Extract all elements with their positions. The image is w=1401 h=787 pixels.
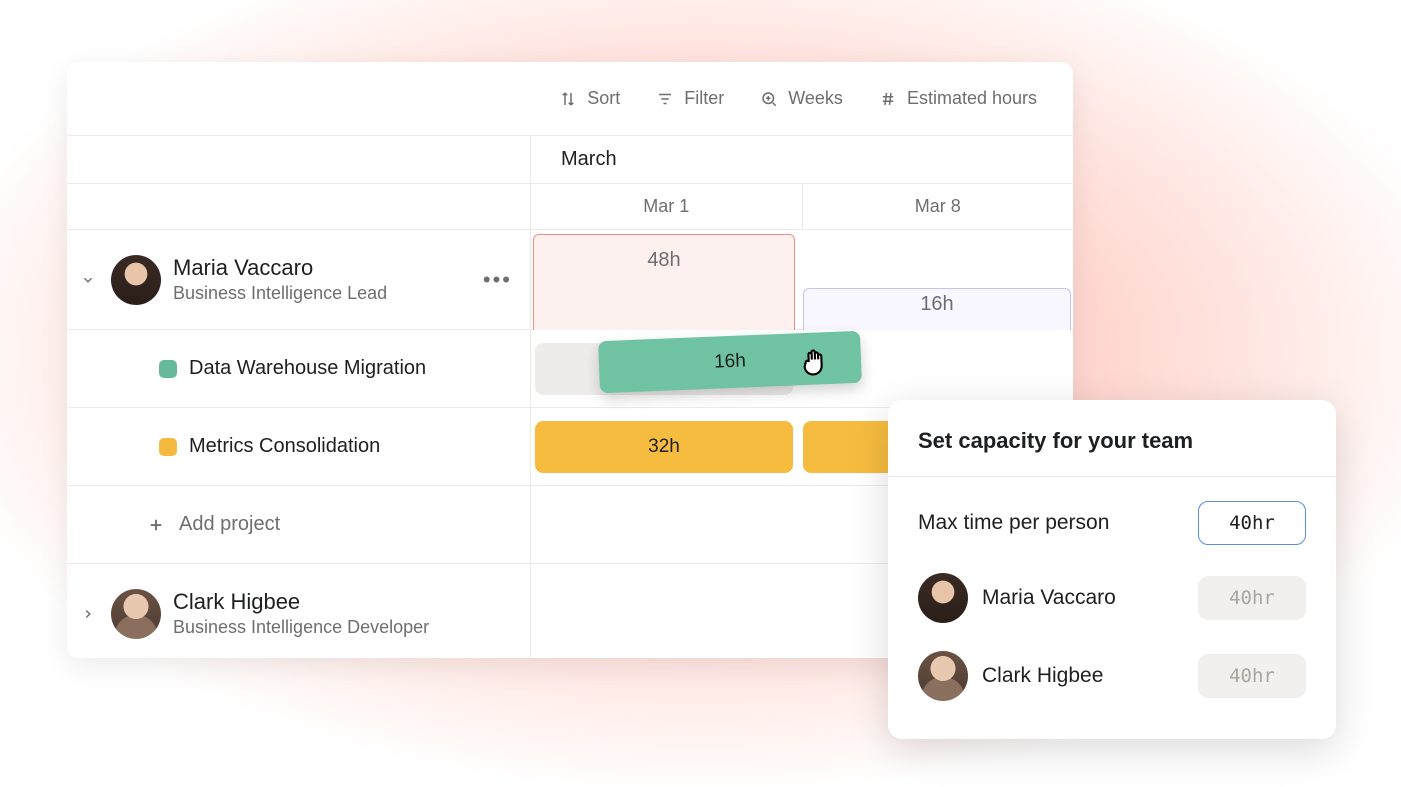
capacity-hours: 16h bbox=[920, 293, 953, 316]
avatar[interactable] bbox=[111, 255, 161, 305]
avatar[interactable] bbox=[111, 589, 161, 639]
sort-button[interactable]: Sort bbox=[559, 88, 620, 109]
chevron-right-icon bbox=[81, 607, 95, 621]
allocation-hours: 16h bbox=[714, 350, 747, 373]
person-name[interactable]: Clark Higbee bbox=[173, 589, 429, 615]
person-role: Business Intelligence Lead bbox=[173, 283, 387, 304]
capacity-person-input[interactable]: 40hr bbox=[1198, 654, 1306, 698]
max-time-input[interactable]: 40hr bbox=[1198, 501, 1306, 545]
zoom-icon bbox=[760, 90, 778, 108]
sort-label: Sort bbox=[587, 88, 620, 109]
allocation-bar[interactable]: 32h bbox=[535, 421, 793, 473]
capacity-box-over[interactable]: 48h bbox=[533, 234, 795, 330]
week-header[interactable]: Mar 8 bbox=[803, 184, 1074, 229]
chevron-down-icon bbox=[81, 273, 95, 287]
estimated-hours-button[interactable]: Estimated hours bbox=[879, 88, 1037, 109]
person-row-maria: Maria Vaccaro Business Intelligence Lead… bbox=[67, 230, 1073, 330]
timeline-month-row: March bbox=[67, 136, 1073, 184]
project-color-swatch bbox=[159, 360, 177, 378]
toolbar: Sort Filter Weeks Estimated hours bbox=[67, 62, 1073, 136]
project-label[interactable]: Data Warehouse Migration bbox=[189, 357, 426, 380]
plus-icon bbox=[147, 516, 165, 534]
project-label[interactable]: Metrics Consolidation bbox=[189, 435, 380, 458]
set-capacity-popup: Set capacity for your team Max time per … bbox=[888, 400, 1336, 739]
collapse-toggle[interactable] bbox=[77, 273, 99, 287]
capacity-person-name: Clark Higbee bbox=[982, 664, 1103, 688]
max-time-label: Max time per person bbox=[918, 511, 1109, 535]
grab-cursor-icon bbox=[796, 344, 831, 379]
capacity-hours: 48h bbox=[647, 249, 680, 272]
capacity-person-row: Clark Higbee 40hr bbox=[888, 637, 1336, 715]
allocation-hours: 32h bbox=[648, 436, 680, 458]
filter-button[interactable]: Filter bbox=[656, 88, 724, 109]
person-name[interactable]: Maria Vaccaro bbox=[173, 255, 387, 281]
project-color-swatch bbox=[159, 438, 177, 456]
hash-icon bbox=[879, 90, 897, 108]
sort-icon bbox=[559, 90, 577, 108]
weeks-label: Weeks bbox=[788, 88, 843, 109]
capacity-person-name: Maria Vaccaro bbox=[982, 586, 1116, 610]
project-row: Data Warehouse Migration 16h bbox=[67, 330, 1073, 408]
avatar bbox=[918, 573, 968, 623]
popup-title: Set capacity for your team bbox=[888, 400, 1336, 477]
max-time-row: Max time per person 40hr bbox=[888, 477, 1336, 559]
expand-toggle[interactable] bbox=[77, 607, 99, 621]
filter-label: Filter bbox=[684, 88, 724, 109]
person-more-button[interactable]: ••• bbox=[483, 267, 512, 293]
capacity-person-row: Maria Vaccaro 40hr bbox=[888, 559, 1336, 637]
month-label: March bbox=[531, 136, 1073, 183]
allocation-bar-dragging[interactable]: 16h bbox=[598, 331, 862, 393]
timeline-week-row: Mar 1 Mar 8 bbox=[67, 184, 1073, 230]
capacity-person-input[interactable]: 40hr bbox=[1198, 576, 1306, 620]
avatar bbox=[918, 651, 968, 701]
add-project-label: Add project bbox=[179, 513, 280, 536]
filter-icon bbox=[656, 90, 674, 108]
week-header[interactable]: Mar 1 bbox=[531, 184, 803, 229]
weeks-button[interactable]: Weeks bbox=[760, 88, 843, 109]
add-project-button[interactable]: Add project bbox=[77, 513, 280, 536]
capacity-box-under[interactable]: 16h bbox=[803, 288, 1071, 330]
person-role: Business Intelligence Developer bbox=[173, 617, 429, 638]
est-label: Estimated hours bbox=[907, 88, 1037, 109]
